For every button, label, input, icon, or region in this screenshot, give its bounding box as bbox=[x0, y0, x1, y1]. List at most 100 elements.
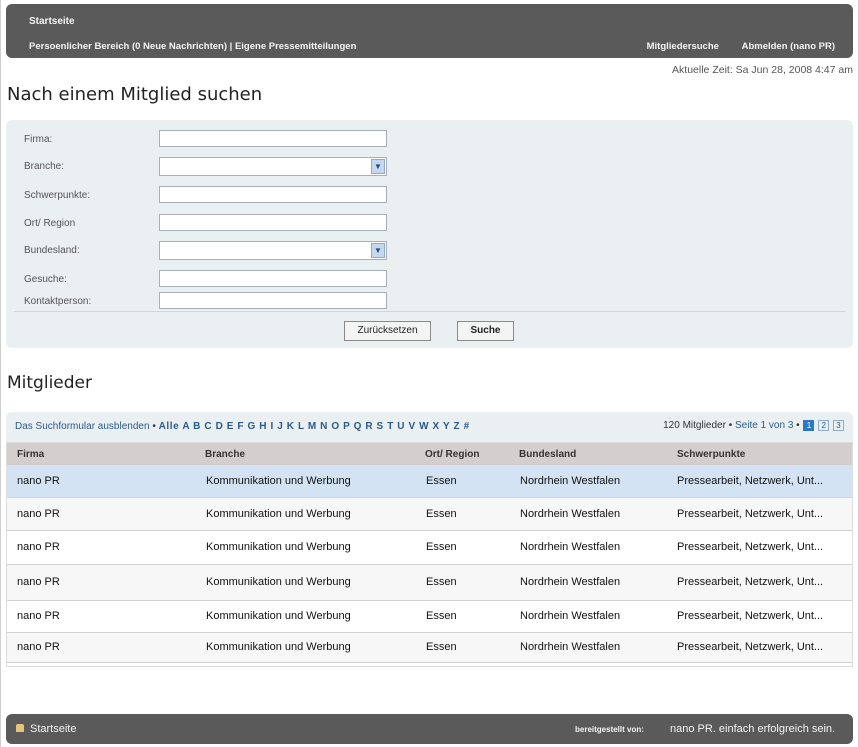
search-title: Nach einem Mitglied suchen bbox=[7, 84, 263, 105]
chevron-down-icon[interactable]: ▼ bbox=[371, 159, 385, 174]
search-button[interactable]: Suche bbox=[457, 321, 514, 341]
table-row[interactable]: nano PR Kommunikation und Werbung Essen Nor… bbox=[7, 531, 852, 565]
personal-area-link[interactable]: Persoenlicher Bereich bbox=[29, 41, 129, 52]
field-ort-row: Ort/ Region bbox=[24, 214, 404, 232]
footer-slogan: nano PR. einfach erfolgreich sein. bbox=[670, 723, 836, 735]
cell-schwerpunkte: Pressearbeit, Netzwerk, Unt... bbox=[677, 541, 824, 553]
cell-ort: Essen bbox=[426, 576, 457, 588]
provided-by-label: bereitgestellt von: bbox=[575, 725, 644, 734]
cell-firma[interactable]: nano PR bbox=[17, 641, 60, 653]
table-row[interactable]: nano PR Kommunikation und Werbung Essen Nor… bbox=[7, 465, 852, 498]
field-schwerpunkte-label: Schwerpunkte: bbox=[24, 190, 91, 201]
page-info: Seite 1 von 3 bbox=[735, 420, 794, 432]
hide-search-form-link[interactable]: Das Suchformular ausblenden bbox=[15, 421, 150, 432]
column-header-ort[interactable]: Ort/ Region bbox=[425, 449, 479, 460]
reset-button[interactable]: Zurücksetzen bbox=[344, 321, 431, 341]
cell-bundesland: Nordrhein Westfalen bbox=[520, 576, 621, 588]
field-bundesland-label: Bundesland: bbox=[24, 245, 80, 256]
cell-firma[interactable]: nano PR bbox=[17, 541, 60, 553]
cell-branche: Kommunikation und Werbung bbox=[206, 576, 351, 588]
schwerpunkte-input[interactable] bbox=[159, 186, 387, 203]
cell-schwerpunkte: Pressearbeit, Netzwerk, Unt... bbox=[677, 641, 824, 653]
gesuche-input[interactable] bbox=[159, 270, 387, 287]
page-1-button[interactable]: 1 bbox=[803, 420, 815, 431]
members-toolbar: Das Suchformular ausblenden • Alle A B C… bbox=[6, 412, 853, 442]
cell-branche: Kommunikation und Werbung bbox=[206, 641, 351, 653]
chevron-down-icon[interactable]: ▼ bbox=[371, 243, 385, 258]
cell-schwerpunkte: Pressearbeit, Netzwerk, Unt... bbox=[677, 508, 824, 520]
kontaktperson-input[interactable] bbox=[159, 292, 387, 309]
field-ort-label: Ort/ Region bbox=[24, 218, 76, 229]
pagination: 120 Mitglieder • Seite 1 von 3 • 1 2 3 bbox=[663, 420, 844, 431]
bundesland-select[interactable]: ▼ bbox=[159, 241, 387, 260]
footer-home-link[interactable]: Startseite bbox=[30, 723, 76, 735]
new-messages-link[interactable]: (0 Neue Nachrichten) bbox=[132, 41, 227, 52]
cell-firma[interactable]: nano PR bbox=[17, 475, 60, 487]
press-releases-link[interactable]: Eigene Pressemitteilungen bbox=[235, 41, 356, 52]
cell-firma[interactable]: nano PR bbox=[17, 576, 60, 588]
cell-bundesland: Nordrhein Westfalen bbox=[520, 541, 621, 553]
field-kontaktperson-row: Kontaktperson: bbox=[24, 292, 404, 310]
branche-select[interactable]: ▼ bbox=[159, 157, 387, 176]
field-kontaktperson-label: Kontaktperson: bbox=[24, 296, 92, 307]
table-row[interactable]: nano PR Kommunikation und Werbung Essen Nor… bbox=[7, 601, 852, 633]
cell-branche: Kommunikation und Werbung bbox=[206, 610, 351, 622]
page-3-button[interactable]: 3 bbox=[833, 420, 844, 431]
cell-ort: Essen bbox=[426, 641, 457, 653]
cell-schwerpunkte: Pressearbeit, Netzwerk, Unt... bbox=[677, 475, 824, 487]
form-divider bbox=[14, 311, 845, 312]
cell-branche: Kommunikation und Werbung bbox=[206, 475, 351, 487]
column-header-firma[interactable]: Firma bbox=[17, 449, 44, 460]
member-count: 120 Mitglieder bbox=[663, 420, 726, 432]
cell-branche: Kommunikation und Werbung bbox=[206, 508, 351, 520]
filter-links: Das Suchformular ausblenden • Alle A B C… bbox=[15, 421, 470, 432]
cell-bundesland: Nordrhein Westfalen bbox=[520, 610, 621, 622]
top-navigation-bar: Startseite Persoenlicher Bereich (0 Neue… bbox=[6, 4, 853, 58]
cell-schwerpunkte: Pressearbeit, Netzwerk, Unt... bbox=[677, 610, 824, 622]
cell-ort: Essen bbox=[426, 508, 457, 520]
cell-firma[interactable]: nano PR bbox=[17, 508, 60, 520]
column-header-schwerpunkte[interactable]: Schwerpunkte bbox=[677, 449, 745, 460]
home-link[interactable]: Startseite bbox=[29, 16, 75, 27]
footer-bar: Startseite bereitgestellt von: nano PR. … bbox=[6, 714, 853, 744]
cell-bundesland: Nordrhein Westfalen bbox=[520, 641, 621, 653]
field-gesuche-row: Gesuche: bbox=[24, 270, 404, 288]
alphabet-filter[interactable]: Alle A B C D E F G H I J K L M N O P Q R… bbox=[159, 421, 470, 432]
logout-link[interactable]: Abmelden (nano PR) bbox=[742, 41, 835, 52]
column-header-branche[interactable]: Branche bbox=[205, 449, 245, 460]
bullet-separator: • bbox=[796, 420, 803, 432]
cell-schwerpunkte: Pressearbeit, Netzwerk, Unt... bbox=[677, 576, 824, 588]
members-table: Firma Branche Ort/ Region Bundesland Sch… bbox=[6, 442, 853, 667]
field-gesuche-label: Gesuche: bbox=[24, 274, 67, 285]
cell-branche: Kommunikation und Werbung bbox=[206, 541, 351, 553]
ort-input[interactable] bbox=[159, 214, 387, 231]
cell-ort: Essen bbox=[426, 541, 457, 553]
cell-ort: Essen bbox=[426, 610, 457, 622]
cell-bundesland: Nordrhein Westfalen bbox=[520, 508, 621, 520]
table-row[interactable]: nano PR Kommunikation und Werbung Essen Nor… bbox=[7, 565, 852, 601]
cell-bundesland: Nordrhein Westfalen bbox=[520, 475, 621, 487]
field-firma-row: Firma: bbox=[24, 130, 404, 148]
members-title: Mitglieder bbox=[7, 373, 92, 393]
user-links: Persoenlicher Bereich (0 Neue Nachrichte… bbox=[29, 41, 356, 52]
page-2-button[interactable]: 2 bbox=[818, 420, 830, 431]
table-row[interactable]: nano PR Kommunikation und Werbung Essen Nor… bbox=[7, 633, 852, 663]
firma-input[interactable] bbox=[159, 130, 387, 147]
table-header: Firma Branche Ort/ Region Bundesland Sch… bbox=[7, 443, 852, 465]
current-time: Aktuelle Zeit: Sa Jun 28, 2008 4:47 am bbox=[672, 64, 853, 76]
field-bundesland-row: Bundesland: ▼ bbox=[24, 241, 404, 260]
cell-firma[interactable]: nano PR bbox=[17, 610, 60, 622]
field-firma-label: Firma: bbox=[24, 134, 53, 145]
table-row[interactable]: nano PR Kommunikation und Werbung Essen Nor… bbox=[7, 498, 852, 531]
member-search-link[interactable]: Mitgliedersuche bbox=[647, 41, 719, 52]
field-schwerpunkte-row: Schwerpunkte: bbox=[24, 186, 404, 204]
member-search-form: Firma: Branche: ▼ Schwerpunkte: Ort/ Reg… bbox=[6, 120, 853, 348]
field-branche-row: Branche: ▼ bbox=[24, 157, 404, 176]
field-branche-label: Branche: bbox=[24, 161, 65, 172]
cell-ort: Essen bbox=[426, 475, 457, 487]
lock-icon bbox=[16, 724, 24, 732]
footer-home[interactable]: Startseite bbox=[16, 723, 76, 735]
account-links: Mitgliedersuche Abmelden (nano PR) bbox=[627, 41, 835, 52]
column-header-bundesland[interactable]: Bundesland bbox=[519, 449, 576, 460]
nav-separator: | bbox=[229, 41, 233, 52]
